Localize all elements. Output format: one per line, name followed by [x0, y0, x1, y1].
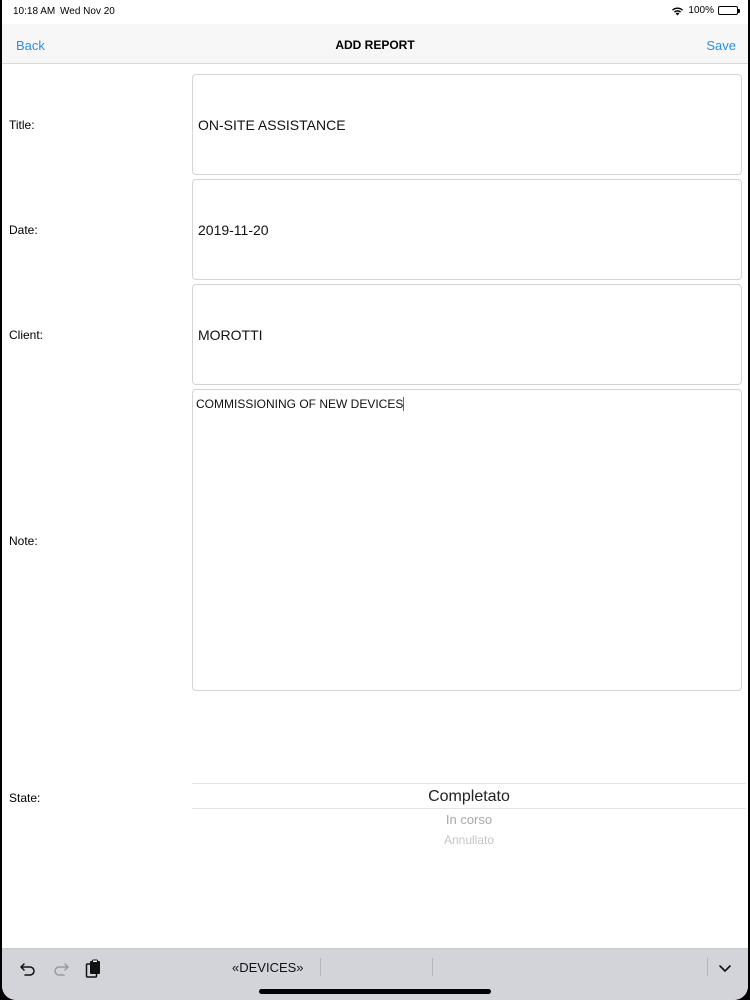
suggestion-1[interactable]: «DEVICES»	[232, 960, 304, 975]
title-field[interactable]: ON-SITE ASSISTANCE	[192, 74, 742, 175]
client-value: MOROTTI	[198, 326, 263, 343]
page-title: ADD REPORT	[335, 38, 415, 52]
screen: 10:18 AM Wed Nov 20 100% Back ADD REPORT…	[2, 0, 748, 1000]
date-label: Date:	[9, 223, 38, 237]
status-bar: 10:18 AM Wed Nov 20 100%	[2, 0, 748, 24]
date-field[interactable]: 2019-11-20	[192, 179, 742, 280]
picker-option[interactable]: Annullato	[192, 833, 746, 847]
note-textarea[interactable]: COMMISSIONING OF NEW DEVICES	[192, 389, 742, 691]
keyboard-dismiss-icon[interactable]	[714, 959, 736, 979]
picker-selection-bottom-line	[192, 808, 746, 809]
picker-option[interactable]: In corso	[192, 812, 746, 827]
status-date: Wed Nov 20	[60, 6, 115, 17]
navigation-bar: Back ADD REPORT Save	[2, 24, 748, 64]
undo-icon[interactable]	[17, 959, 39, 979]
client-label: Client:	[9, 328, 44, 342]
title-value: ON-SITE ASSISTANCE	[198, 116, 346, 133]
suggestion-divider	[320, 958, 321, 976]
battery-percent: 100%	[688, 5, 714, 16]
picker-selection-top-line	[192, 783, 746, 784]
client-field[interactable]: MOROTTI	[192, 284, 742, 385]
status-right: 100%	[671, 5, 740, 16]
text-cursor	[403, 397, 405, 411]
picker-option-selected[interactable]: Completato	[192, 788, 746, 806]
status-time: 10:18 AM	[13, 6, 56, 17]
wifi-icon	[672, 6, 684, 15]
note-value: COMMISSIONING OF NEW DEVICES	[196, 397, 405, 411]
battery-icon	[718, 6, 740, 15]
suggestion-divider	[432, 958, 433, 976]
paste-icon[interactable]	[82, 959, 104, 979]
title-label: Title:	[9, 118, 35, 132]
note-label: Note:	[9, 534, 38, 548]
home-indicator[interactable]	[259, 989, 491, 994]
suggestion-divider	[707, 958, 708, 976]
redo-icon[interactable]	[50, 959, 72, 979]
state-label: State:	[9, 791, 41, 805]
save-button[interactable]: Save	[706, 38, 736, 53]
date-value: 2019-11-20	[198, 221, 269, 238]
